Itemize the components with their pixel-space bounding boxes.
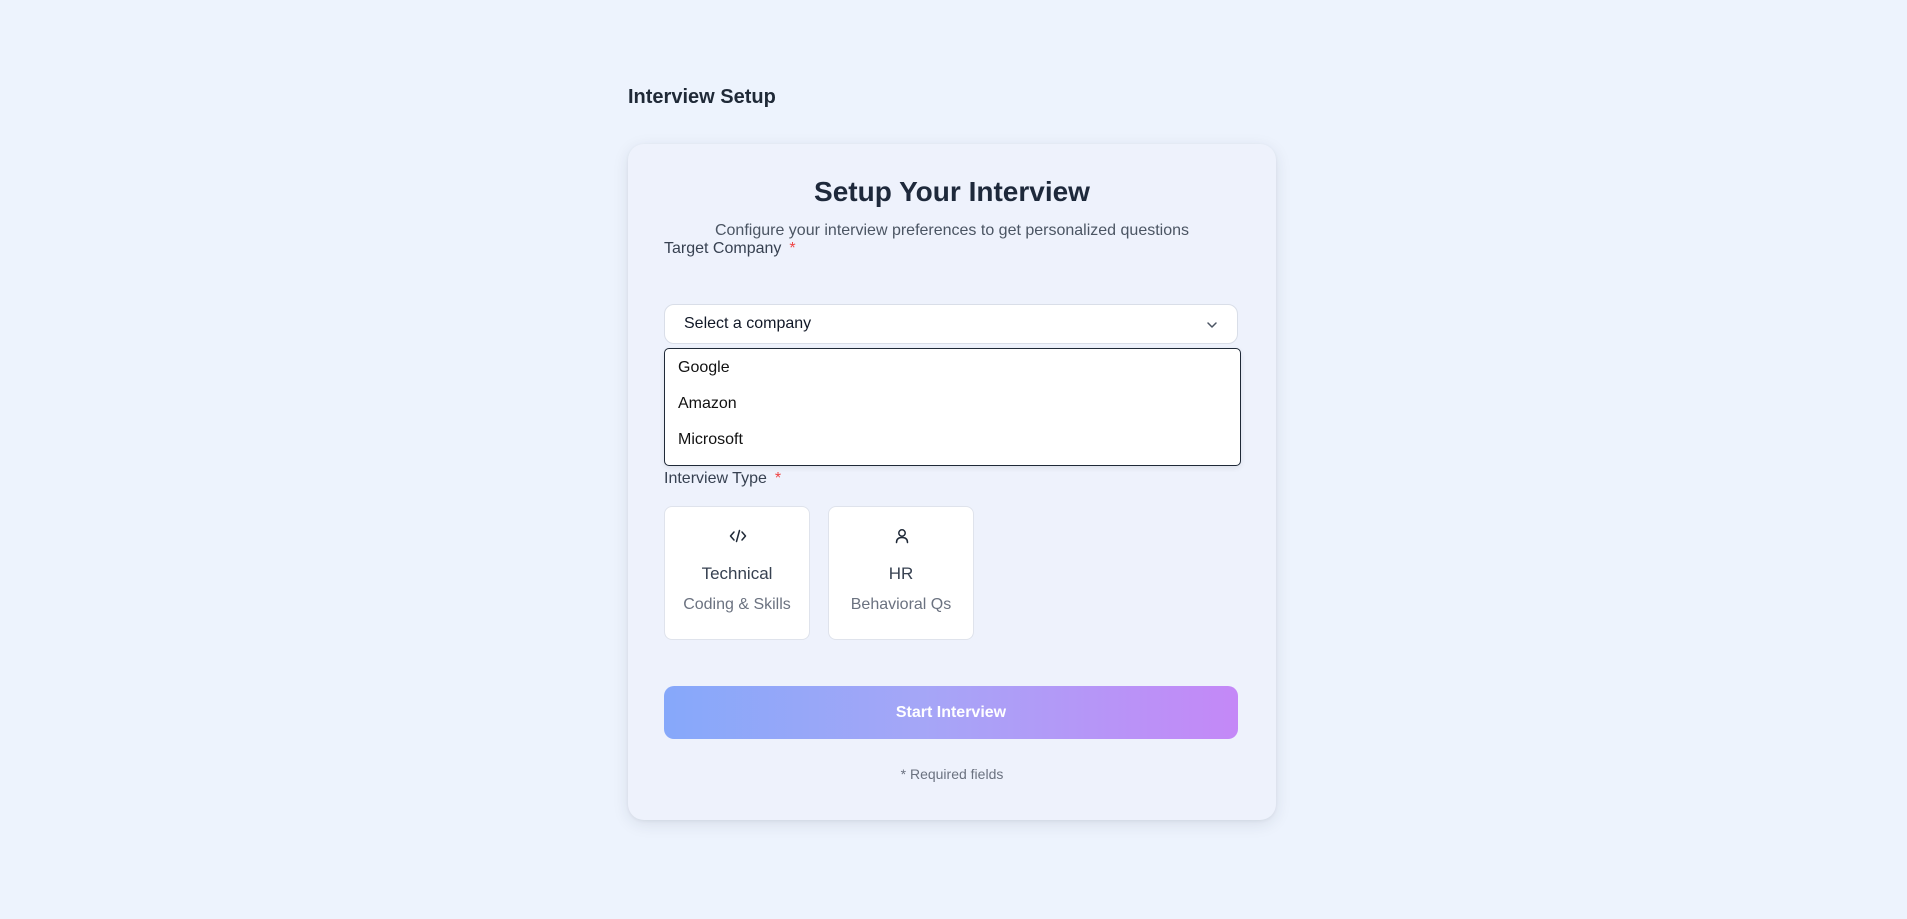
interview-type-label-text: Interview Type [664, 470, 767, 487]
required-fields-note: * Required fields [900, 766, 1004, 782]
company-option-microsoft[interactable]: Microsoft [678, 431, 743, 449]
interview-type-technical[interactable]: Technical Coding & Skills [664, 506, 810, 640]
hr-title: HR [888, 564, 914, 583]
company-option-amazon[interactable]: Amazon [678, 395, 737, 413]
interview-type-label: Interview Type * [664, 470, 781, 488]
card-subtitle: Configure your interview preferences to … [714, 222, 1190, 239]
company-label-text: Target Company [664, 240, 782, 257]
setup-card: Setup Your Interview Configure your inte… [628, 144, 1276, 820]
technical-title: Technical [701, 564, 773, 583]
page-heading: Interview Setup [628, 86, 776, 108]
company-label: Target Company * [664, 240, 796, 258]
company-dropdown: Google Amazon Microsoft [664, 348, 1241, 466]
required-marker: * [789, 240, 796, 257]
required-marker: * [774, 470, 782, 487]
interview-type-hr[interactable]: HR Behavioral Qs [828, 506, 974, 640]
start-interview-button[interactable]: Start Interview [664, 686, 1238, 739]
company-select[interactable]: Select a company [664, 304, 1238, 344]
chevron-down-icon [1207, 322, 1217, 328]
card-title: Setup Your Interview [814, 176, 1090, 207]
user-icon [895, 529, 909, 544]
company-select-value: Select a company [684, 315, 812, 332]
code-icon [729, 529, 747, 543]
hr-subtitle: Behavioral Qs [850, 596, 952, 613]
company-option-google[interactable]: Google [678, 359, 730, 377]
technical-subtitle: Coding & Skills [683, 596, 791, 613]
